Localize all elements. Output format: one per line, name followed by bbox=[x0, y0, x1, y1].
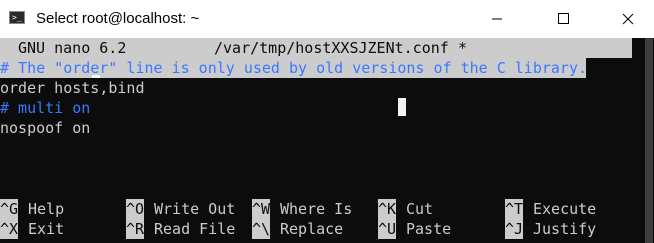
minimize-button[interactable] bbox=[474, 0, 520, 38]
editor-line-3[interactable]: # multi on bbox=[0, 98, 90, 118]
terminal-cursor bbox=[398, 98, 406, 116]
shortcut-where-is-label: Where Is bbox=[280, 200, 353, 218]
shortcut-exit-label: Exit bbox=[28, 220, 65, 238]
scrollbar[interactable] bbox=[644, 38, 654, 243]
title-bar[interactable]: >_ Select root@localhost: ~ bbox=[0, 0, 654, 38]
shortcut-cut-label: Cut bbox=[406, 200, 434, 218]
minimize-icon bbox=[492, 18, 502, 20]
shortcut-write-out-key[interactable]: ^O bbox=[126, 199, 145, 219]
terminal-icon-glyph: >_ bbox=[12, 13, 22, 22]
editor-line-4[interactable]: nospoof on bbox=[0, 118, 90, 138]
terminal-window: >_ Select root@localhost: ~ GNU nano 6.2… bbox=[0, 0, 654, 243]
shortcut-replace-label: Replace bbox=[280, 220, 344, 238]
shortcut-read-file-label: Read File bbox=[154, 220, 236, 238]
terminal-icon: >_ bbox=[9, 11, 25, 24]
modified-indicator: * bbox=[458, 39, 468, 57]
nano-header-bar: GNU nano 6.2 /var/tmp/hostXXSJZENt.conf … bbox=[0, 38, 632, 58]
shortcut-paste-key[interactable]: ^U bbox=[378, 219, 397, 239]
shortcut-read-file-key[interactable]: ^R bbox=[126, 219, 145, 239]
shortcut-where-is-key[interactable]: ^W bbox=[252, 199, 271, 219]
maximize-icon bbox=[558, 13, 569, 24]
nano-editor[interactable]: GNU nano 6.2 /var/tmp/hostXXSJZENt.conf … bbox=[0, 38, 644, 243]
shortcut-justify-key[interactable]: ^J bbox=[505, 219, 524, 239]
editor-line-1[interactable]: # The "order" line is only used by old v… bbox=[0, 58, 587, 78]
shortcut-replace-key[interactable]: ^\ bbox=[252, 219, 271, 239]
shortcut-execute-label: Execute bbox=[533, 200, 597, 218]
shortcut-justify-label: Justify bbox=[533, 220, 597, 238]
shortcut-exit-key[interactable]: ^X bbox=[0, 219, 19, 239]
shortcut-cut-key[interactable]: ^K bbox=[378, 199, 397, 219]
file-name: /var/tmp/hostXXSJZENt.conf bbox=[214, 39, 449, 57]
close-button[interactable] bbox=[605, 0, 651, 38]
window-title: Select root@localhost: ~ bbox=[36, 10, 200, 27]
scrollbar-thumb[interactable] bbox=[645, 38, 653, 243]
editor-line-2[interactable]: order hosts,bind bbox=[0, 78, 145, 98]
close-icon bbox=[622, 13, 634, 25]
shortcut-execute-key[interactable]: ^T bbox=[505, 199, 524, 219]
shortcut-paste-label: Paste bbox=[406, 220, 452, 238]
text-cursor-marker bbox=[92, 75, 100, 78]
shortcut-help-label: Help bbox=[28, 200, 65, 218]
nano-version: GNU nano 6.2 bbox=[18, 39, 127, 57]
shortcut-help-key[interactable]: ^G bbox=[0, 199, 19, 219]
shortcut-write-out-label: Write Out bbox=[154, 200, 236, 218]
maximize-button[interactable] bbox=[540, 0, 586, 38]
